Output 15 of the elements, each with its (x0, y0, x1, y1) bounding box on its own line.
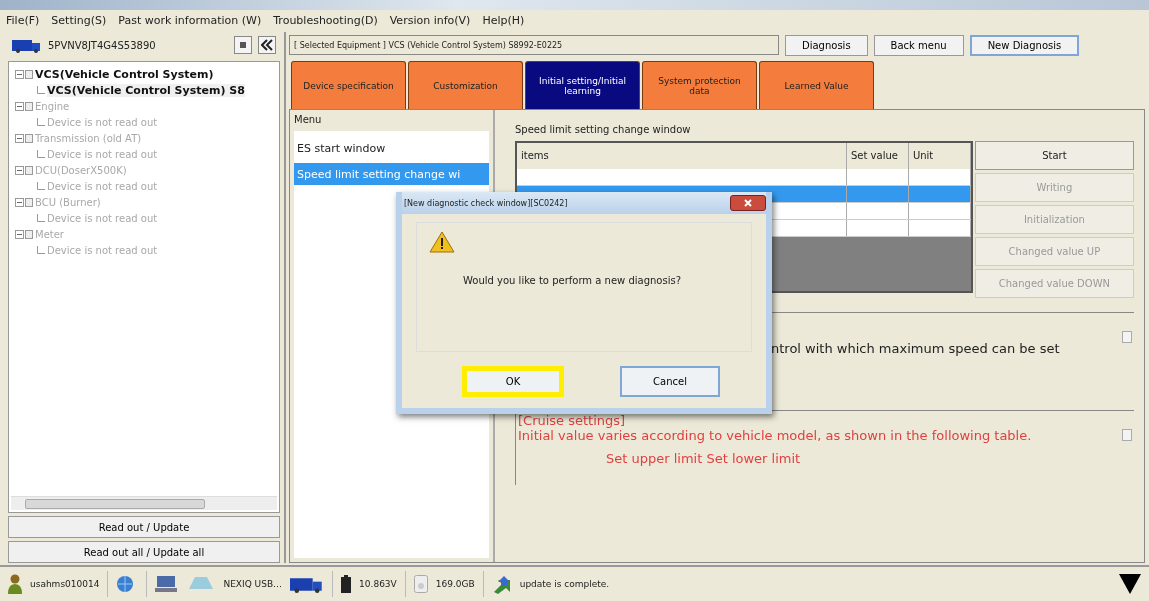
caution-text: Set upper limit Set lower limit (605, 451, 802, 466)
dialog-title: [New diagnostic check window][SC0242] (404, 198, 568, 208)
disk-space: 169.0GB (435, 579, 475, 589)
selected-equipment-field: [ Selected Equipment ] VCS (Vehicle Control System) S8992-E0225 (289, 35, 779, 55)
caution-text: Initial value varies according to vehicle model, as shown in the following table. (518, 428, 1033, 443)
user-name: usahms010014 (30, 579, 100, 589)
voltage-reading: 10.863V (359, 579, 397, 589)
description-text: ntrol with which maximum speed can be set (771, 341, 1060, 356)
window-heading: Speed limit setting change window (515, 124, 692, 135)
menu-title: Menu (294, 114, 323, 125)
vehicle-id: 5PVNV8JT4G4S53890 (48, 39, 157, 51)
device-name: NEXIQ USB… (223, 579, 283, 589)
status-message: update is complete. (519, 579, 610, 589)
dialog-message: Would you like to perform a new diagnosis? (463, 275, 682, 286)
caution-text: [Cruise settings] (518, 413, 627, 428)
